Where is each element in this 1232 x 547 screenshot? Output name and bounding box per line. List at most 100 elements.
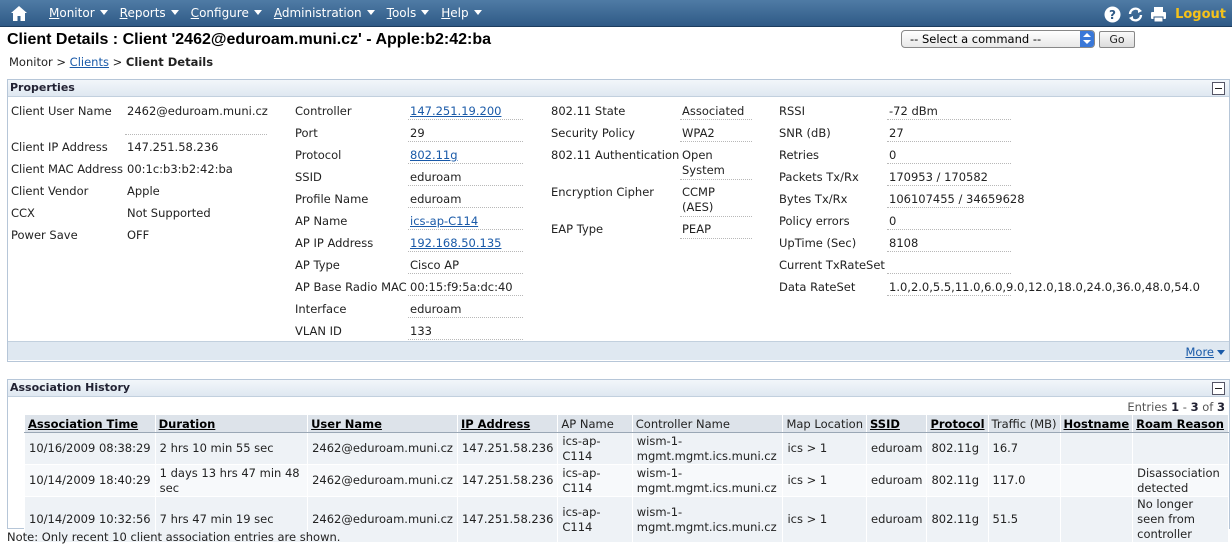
- prop-value: 2462@eduroam.muni.cz: [127, 104, 268, 118]
- logout-link[interactable]: Logout: [1175, 7, 1226, 22]
- menu-administration[interactable]: Administration: [274, 0, 387, 27]
- prop-label: 802.11 Authentication: [551, 148, 680, 162]
- more-link[interactable]: More: [1185, 345, 1225, 359]
- cell-ip-address: 147.251.58.236: [456, 464, 559, 497]
- prop-value: 8108: [889, 236, 919, 250]
- column-ssid[interactable]: SSID: [866, 414, 928, 433]
- prop-label: EAP Type: [551, 222, 604, 236]
- column-roam-reason[interactable]: Roam Reason: [1132, 414, 1229, 433]
- svg-text:?: ?: [1109, 8, 1116, 22]
- prop-value: PEAP: [682, 222, 712, 236]
- prop-value: eduroam: [410, 302, 462, 316]
- prop-value: 00:15:f9:5a:dc:40: [410, 280, 513, 294]
- table-row: 10/14/2009 18:40:29 1 days 13 hrs 47 min…: [24, 464, 1229, 497]
- menu-help[interactable]: Help: [441, 0, 493, 27]
- collapse-history-button[interactable]: [1212, 382, 1225, 395]
- prop-value: 0: [889, 214, 897, 228]
- divider: [408, 229, 523, 230]
- page-title: Client Details : Client '2462@eduroam.mu…: [7, 31, 492, 48]
- ap-name-link[interactable]: ics-ap-C114: [410, 214, 478, 228]
- association-history-panel: Association History Entries 1 - 3 of 3 A…: [7, 379, 1230, 543]
- column-hostname[interactable]: Hostname: [1059, 414, 1134, 433]
- divider: [408, 339, 523, 340]
- breadcrumb-clients-link[interactable]: Clients: [70, 55, 109, 69]
- prop-value: -72 dBm: [889, 104, 938, 118]
- divider: [887, 163, 1011, 164]
- prop-label: Client User Name: [11, 104, 112, 118]
- divider: [680, 119, 752, 120]
- cell-duration: 2 hrs 10 min 55 sec: [154, 432, 309, 465]
- prop-label: CCX: [11, 206, 35, 220]
- top-navigation-bar: Monitor Reports Configure Administration…: [0, 0, 1232, 27]
- prop-value: ics-ap-C114: [410, 214, 478, 228]
- help-icon[interactable]: ?: [1104, 6, 1121, 23]
- prop-value: WPA2: [682, 126, 715, 140]
- cell-association-time: 10/16/2009 08:38:29: [24, 432, 156, 465]
- column-ip-address[interactable]: IP Address: [456, 414, 559, 433]
- prop-value: Cisco AP: [410, 258, 460, 272]
- print-icon[interactable]: [1150, 6, 1167, 23]
- prop-value: CCMP (AES): [682, 185, 715, 214]
- cell-map-location: ics > 1: [782, 496, 868, 543]
- chevron-down-icon: [1217, 350, 1225, 355]
- protocol-link[interactable]: 802.11g: [410, 148, 458, 162]
- cell-hostname: [1059, 432, 1134, 465]
- cell-map-location: ics > 1: [782, 432, 868, 465]
- properties-footer: More: [8, 341, 1229, 360]
- refresh-icon[interactable]: [1127, 6, 1144, 23]
- prop-label: AP Type: [295, 258, 340, 272]
- divider: [408, 207, 523, 208]
- controller-link[interactable]: 147.251.19.200: [410, 104, 501, 118]
- prop-label: AP Name: [295, 214, 348, 228]
- divider: [408, 119, 523, 120]
- prop-label: SSID: [295, 170, 322, 184]
- cell-protocol: 802.11g: [926, 432, 989, 465]
- cell-roam-reason: [1132, 432, 1229, 465]
- go-button[interactable]: Go: [1099, 31, 1135, 48]
- column-duration[interactable]: Duration: [154, 414, 309, 433]
- properties-panel: Properties Client User Name 2462@eduroam…: [7, 79, 1230, 362]
- column-association-time[interactable]: Association Time: [24, 414, 156, 433]
- column-user-name[interactable]: User Name: [307, 414, 458, 433]
- divider: [680, 179, 752, 180]
- prop-label: Security Policy: [551, 126, 635, 140]
- cell-ap-name: ics-ap-C114: [557, 464, 633, 497]
- divider: [408, 251, 523, 252]
- cell-protocol: 802.11g: [926, 496, 989, 543]
- menu-reports[interactable]: Reports: [120, 0, 191, 27]
- properties-panel-title: Properties: [10, 81, 75, 94]
- divider: [887, 141, 1011, 142]
- divider: [680, 238, 752, 239]
- cell-ip-address: 147.251.58.236: [456, 496, 559, 543]
- breadcrumb-current: Client Details: [125, 55, 214, 69]
- divider: [408, 163, 523, 164]
- properties-panel-header: Properties: [8, 80, 1229, 97]
- history-note: Note: Only recent 10 client association …: [7, 530, 341, 544]
- prop-value: 0: [889, 148, 897, 162]
- cell-controller-name: wism-1-mgmt.mgmt.ics.muni.cz: [631, 496, 784, 543]
- menu-configure[interactable]: Configure: [191, 0, 274, 27]
- prop-value: 1.0,2.0,5.5,11.0,6.0,9.0,12.0,18.0,24.0,…: [889, 280, 1200, 294]
- collapse-properties-button[interactable]: [1212, 82, 1225, 95]
- prop-value: eduroam: [410, 170, 462, 184]
- menu-monitor[interactable]: Monitor: [49, 0, 120, 27]
- prop-label: Encryption Cipher: [551, 185, 655, 199]
- chevron-down-icon: [421, 10, 430, 15]
- prop-value: 106107455 / 34659628: [889, 192, 1025, 206]
- prop-value: eduroam: [410, 192, 462, 206]
- prop-label: AP IP Address: [295, 236, 374, 250]
- association-history-table: Association Time Duration User Name IP A…: [24, 414, 1229, 543]
- divider: [408, 317, 523, 318]
- cell-controller-name: wism-1-mgmt.mgmt.ics.muni.cz: [631, 464, 784, 497]
- divider: [887, 273, 1011, 274]
- table-header-row: Association Time Duration User Name IP A…: [24, 414, 1229, 433]
- ap-ip-link[interactable]: 192.168.50.135: [410, 236, 501, 250]
- divider: [887, 119, 1011, 120]
- cell-traffic: 16.7: [987, 432, 1061, 465]
- command-select[interactable]: -- Select a command --: [901, 30, 1095, 48]
- menu-tools[interactable]: Tools: [387, 0, 442, 27]
- column-protocol[interactable]: Protocol: [926, 414, 989, 433]
- chevron-down-icon: [99, 10, 108, 15]
- home-icon[interactable]: [10, 5, 28, 22]
- prop-label: Controller: [295, 104, 352, 118]
